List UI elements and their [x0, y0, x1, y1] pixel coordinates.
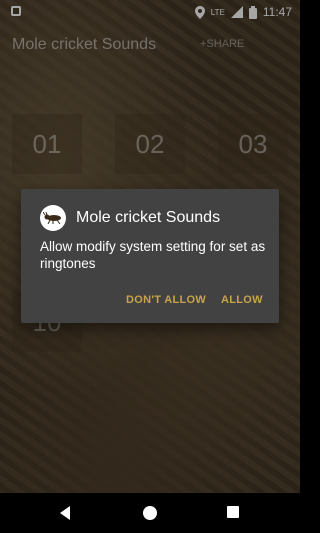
permission-dialog: Mole cricket Sounds Allow modify system …	[21, 189, 279, 323]
back-icon[interactable]	[58, 505, 72, 521]
dialog-message: Allow modify system setting for set as r…	[40, 239, 266, 271]
navigation-bar	[0, 493, 300, 533]
recents-icon[interactable]	[227, 506, 239, 518]
home-icon[interactable]	[143, 506, 157, 520]
cricket-icon	[40, 205, 66, 231]
dont-allow-button[interactable]: DON'T ALLOW	[126, 294, 206, 306]
dialog-title: Mole cricket Sounds	[76, 209, 221, 226]
allow-button[interactable]: ALLOW	[221, 294, 263, 306]
